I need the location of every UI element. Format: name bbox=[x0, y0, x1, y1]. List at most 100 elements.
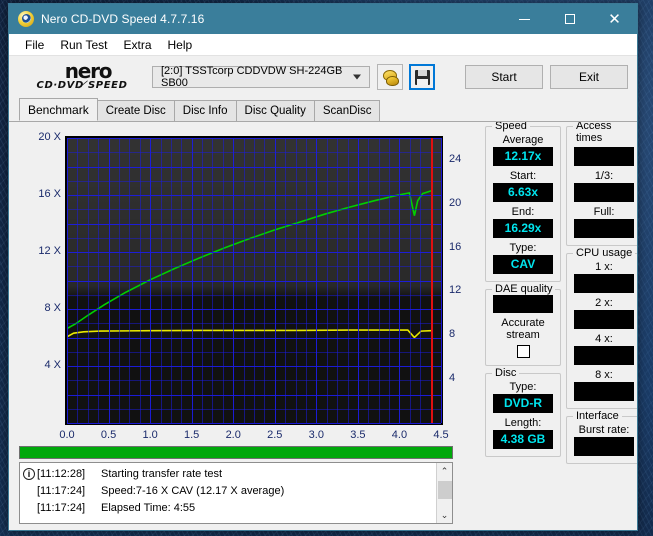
gridline-horizontal bbox=[67, 266, 441, 268]
drive-select[interactable]: [2:0] TSSTcorp CDDVDW SH-224GB SB00 bbox=[152, 65, 370, 89]
scrollbar-thumb[interactable] bbox=[437, 481, 452, 499]
chevron-down-icon bbox=[353, 74, 361, 80]
scroll-down-icon[interactable]: ⌄ bbox=[437, 507, 453, 523]
menu-item-file[interactable]: File bbox=[17, 36, 52, 54]
access-third-label: 1/3: bbox=[594, 170, 614, 182]
menu-item-run-test[interactable]: Run Test bbox=[52, 36, 115, 54]
log-entry-text: Elapsed Time: 4:55 bbox=[101, 501, 196, 514]
access-times-panel: Access times Random: 1/3: Full: bbox=[566, 122, 637, 246]
maximize-icon bbox=[564, 14, 575, 24]
window-title: Nero CD-DVD Speed 4.7.7.16 bbox=[41, 12, 205, 26]
close-button[interactable]: ✕ bbox=[592, 4, 637, 34]
gridline-horizontal bbox=[67, 423, 441, 424]
tab-strip: Benchmark Create Disc Disc Info Disc Qua… bbox=[9, 98, 637, 122]
x-axis-tick: 3.5 bbox=[350, 429, 366, 441]
window-controls: ✕ bbox=[502, 4, 637, 34]
menu-item-help[interactable]: Help bbox=[160, 36, 201, 54]
dae-accurate-label-line2: stream bbox=[506, 329, 540, 341]
nero-logo: nero CD·DVD ̸SPEED bbox=[18, 61, 146, 91]
content-area: 20 X 16 X 12 X 8 X 4 X 24 20 16 12 8 4 0.0 0.5 1.0 1.5… bbox=[9, 122, 637, 530]
gridline-horizontal bbox=[67, 408, 441, 410]
benchmark-chart: 20 X 16 X 12 X 8 X 4 X 24 20 16 12 8 4 0.0 0.5 1.0 1.5… bbox=[13, 126, 481, 444]
scroll-up-icon[interactable]: ⌃ bbox=[437, 463, 453, 479]
toolbar: nero CD·DVD ̸SPEED [2:0] TSSTcorp CDDVDW… bbox=[9, 56, 637, 98]
tab-benchmark[interactable]: Benchmark bbox=[19, 98, 98, 121]
y-axis-right-tick: 16 bbox=[449, 240, 462, 253]
speed-average-label: Average bbox=[502, 134, 544, 146]
title-bar: Nero CD-DVD Speed 4.7.7.16 ✕ bbox=[9, 4, 637, 34]
log-entry-timestamp: [11:12:28] bbox=[37, 467, 86, 480]
y-axis-right-tick: 12 bbox=[449, 284, 462, 297]
menu-bar: File Run Test Extra Help bbox=[9, 34, 637, 56]
x-axis-tick: 3.0 bbox=[308, 429, 324, 441]
exit-button[interactable]: Exit bbox=[550, 65, 628, 89]
access-third-value bbox=[574, 183, 634, 202]
save-button[interactable] bbox=[409, 64, 435, 90]
cpu-1x-label: 1 x: bbox=[595, 261, 613, 273]
x-axis-tick: 2.5 bbox=[267, 429, 283, 441]
info-icon: i bbox=[23, 467, 35, 480]
speed-panel: Speed Average 12.17x Start: 6.63x End: 1… bbox=[485, 122, 561, 282]
dae-panel-title: DAE quality bbox=[492, 283, 556, 295]
tab-scandisc[interactable]: ScanDisc bbox=[313, 100, 381, 121]
interface-burst-label: Burst rate: bbox=[578, 424, 630, 436]
log-entry-text: Speed:7-16 X CAV (12.17 X average) bbox=[101, 484, 285, 497]
access-panel-title: Access times bbox=[573, 122, 637, 144]
dae-accurate-label-line1: Accurate bbox=[501, 317, 545, 329]
start-button[interactable]: Start bbox=[465, 65, 543, 89]
access-full-value bbox=[574, 219, 634, 238]
cpu-4x-value bbox=[574, 346, 634, 365]
cpu-panel-title: CPU usage bbox=[573, 247, 636, 259]
y-axis-right-tick: 20 bbox=[449, 196, 462, 209]
gridline-horizontal bbox=[67, 294, 441, 296]
dae-quality-value bbox=[493, 294, 553, 313]
speed-end-label: End: bbox=[511, 206, 535, 218]
gridline-horizontal bbox=[67, 252, 441, 253]
cpu-usage-panel: CPU usage 1 x: 2 x: 4 x: 8 x: bbox=[566, 247, 637, 409]
interface-panel: Interface Burst rate: bbox=[566, 410, 637, 464]
dae-quality-panel: DAE quality Accurate stream bbox=[485, 283, 561, 366]
log-scrollbar[interactable]: ⌃ ⌄ bbox=[436, 463, 452, 523]
gridline-horizontal bbox=[67, 366, 441, 367]
gridline-horizontal bbox=[67, 138, 441, 139]
log-entry-timestamp: [11:17:24] bbox=[37, 484, 86, 497]
speed-start-value: 6.63x bbox=[493, 183, 553, 202]
log-panel: i [11:12:28] Starting transfer rate test [1… bbox=[19, 462, 453, 524]
minimize-button[interactable] bbox=[502, 4, 547, 34]
nero-disc-icon bbox=[18, 11, 34, 27]
gridline-horizontal bbox=[67, 223, 441, 225]
menu-item-extra[interactable]: Extra bbox=[115, 36, 159, 54]
log-entry: [11:17:24] Speed:7-16 X CAV (12.17 X aver… bbox=[23, 482, 436, 499]
logo-secondary-text: CD·DVD ̸SPEED bbox=[36, 80, 128, 91]
eject-button[interactable] bbox=[377, 64, 403, 90]
log-entry-text: Starting transfer rate test bbox=[101, 467, 223, 480]
log-entry-list: i [11:12:28] Starting transfer rate test [1… bbox=[20, 463, 436, 523]
gridline-horizontal bbox=[67, 309, 441, 310]
tab-disc-info[interactable]: Disc Info bbox=[173, 100, 237, 121]
disc-end-marker-line bbox=[431, 138, 434, 423]
gridline-horizontal bbox=[67, 323, 441, 325]
tab-create-disc[interactable]: Create Disc bbox=[96, 100, 175, 121]
tab-disc-quality[interactable]: Disc Quality bbox=[235, 100, 315, 121]
drive-select-value: [2:0] TSSTcorp CDDVDW SH-224GB SB00 bbox=[161, 65, 343, 89]
access-full-label: Full: bbox=[593, 206, 615, 218]
gridline-horizontal bbox=[67, 166, 441, 168]
y-axis-left-tick: 12 X bbox=[38, 245, 61, 257]
speed-average-value: 12.17x bbox=[493, 147, 553, 166]
maximize-button[interactable] bbox=[547, 4, 592, 34]
y-axis-left-tick: 4 X bbox=[44, 359, 61, 371]
chart-series-read-speed bbox=[67, 190, 432, 330]
disc-panel: Disc Type: DVD-R Length: 4.38 GB bbox=[485, 367, 561, 457]
cpu-8x-value bbox=[574, 382, 634, 401]
gridline-horizontal bbox=[67, 280, 441, 282]
disc-type-label: Type: bbox=[509, 381, 537, 393]
info-panels: Speed Average 12.17x Start: 6.63x End: 1… bbox=[485, 122, 637, 526]
accurate-stream-checkbox[interactable] bbox=[516, 345, 530, 358]
x-axis-tick: 1.5 bbox=[184, 429, 200, 441]
x-axis-tick: 2.0 bbox=[225, 429, 241, 441]
gridline-horizontal bbox=[67, 380, 441, 382]
application-window: Nero CD-DVD Speed 4.7.7.16 ✕ File Run Te… bbox=[8, 3, 638, 531]
gridline-vertical bbox=[441, 138, 442, 423]
y-axis-left-tick: 8 X bbox=[44, 302, 61, 314]
info-column-right: Access times Random: 1/3: Full: CPU usag… bbox=[566, 122, 637, 526]
